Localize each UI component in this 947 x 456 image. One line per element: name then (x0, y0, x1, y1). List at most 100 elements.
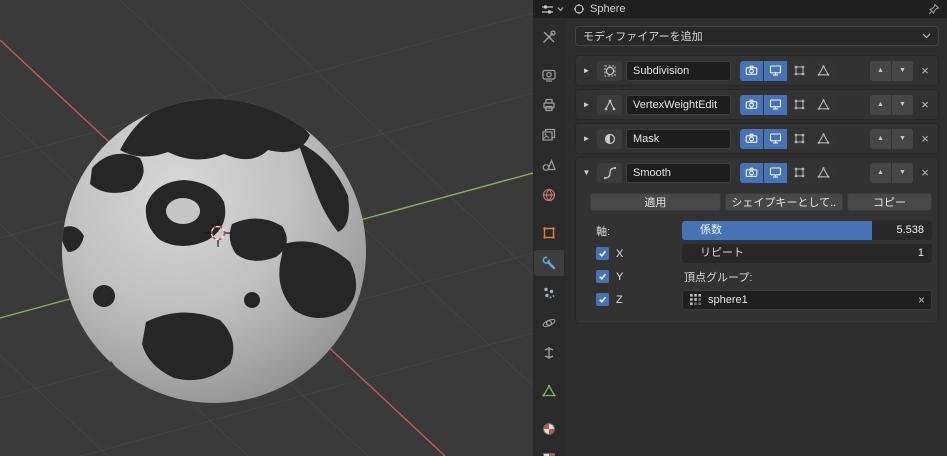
properties-tab-output[interactable] (534, 92, 564, 118)
axis-x-checkbox[interactable] (596, 247, 609, 260)
delete-modifier-button[interactable]: × (917, 97, 933, 113)
properties-tab-particles[interactable] (534, 280, 564, 306)
reorder-buttons: ▲ ▼ (870, 60, 913, 81)
modifier-name-field[interactable]: Mask (626, 128, 731, 149)
properties-tab-texture[interactable] (534, 446, 564, 456)
apply-button[interactable]: 適用 (590, 193, 721, 211)
mesh-data-triangle-icon (542, 384, 556, 397)
move-down-button[interactable]: ▼ (892, 162, 913, 183)
properties-tab-view-layer[interactable] (534, 122, 564, 148)
delete-modifier-button[interactable]: × (917, 131, 933, 147)
realtime-toggle[interactable] (764, 60, 787, 81)
move-up-button[interactable]: ▲ (870, 60, 891, 81)
axis-x-label: X (616, 247, 624, 260)
axis-z-checkbox[interactable] (596, 293, 609, 306)
properties-editor: Sphere モディファイアーを追加 ► Subdivision ▲ ▼ × ►… (533, 0, 947, 456)
move-down-button[interactable]: ▼ (892, 94, 913, 115)
active-object-name: Sphere (590, 3, 626, 15)
editmode-toggle[interactable] (788, 94, 811, 115)
properties-tab-world[interactable] (534, 182, 564, 208)
check-icon (599, 250, 606, 257)
viewport-canvas (0, 0, 729, 456)
3d-viewport[interactable] (0, 0, 729, 456)
apply-as-shapekey-button[interactable]: シェイプキーとして.. (724, 193, 843, 211)
wrench-icon (542, 256, 556, 270)
expand-arrow-icon[interactable]: ► (580, 100, 593, 109)
modifier-display-toggles (740, 94, 835, 115)
object-square-icon (543, 227, 555, 239)
subsurf-modifier-icon[interactable] (597, 60, 622, 81)
properties-body: モディファイアーを追加 ► Subdivision ▲ ▼ × ► Vertex… (533, 18, 947, 456)
check-icon (599, 273, 606, 280)
properties-tab-scene[interactable] (534, 152, 564, 178)
modifier-display-toggles (740, 128, 835, 149)
render-toggle[interactable] (740, 162, 763, 183)
vertex-weight-modifier-icon[interactable] (597, 94, 622, 115)
modifier-name-field[interactable]: VertexWeightEdit (626, 94, 731, 115)
modifier-panel: モディファイアーを追加 ► Subdivision ▲ ▼ × ► Vertex… (565, 18, 947, 456)
vertex-group-icon (690, 294, 701, 305)
modifier-mask: ► Mask ▲ ▼ × (575, 123, 939, 154)
smooth-modifier-icon[interactable] (597, 162, 622, 183)
expand-arrow-icon[interactable]: ▼ (580, 168, 593, 177)
delete-modifier-button[interactable]: × (917, 63, 933, 79)
vertex-group-field[interactable]: sphere1 × (682, 289, 932, 310)
mask-modifier-icon[interactable] (597, 128, 622, 149)
move-down-button[interactable]: ▼ (892, 60, 913, 81)
expand-arrow-icon[interactable]: ► (580, 134, 593, 143)
properties-tab-physics[interactable] (534, 310, 564, 336)
cage-toggle[interactable] (812, 60, 835, 81)
axis-z-row: Z (590, 290, 682, 309)
breadcrumb: Sphere (573, 3, 625, 15)
realtime-toggle[interactable] (764, 128, 787, 149)
modifier-header: ► VertexWeightEdit ▲ ▼ × (576, 90, 938, 119)
move-up-button[interactable]: ▲ (870, 94, 891, 115)
clear-x-icon[interactable]: × (918, 293, 925, 307)
material-sphere-icon (543, 423, 555, 435)
pin-icon[interactable] (928, 3, 940, 15)
axis-y-label: Y (616, 270, 624, 283)
move-up-button[interactable]: ▲ (870, 128, 891, 149)
expand-arrow-icon[interactable]: ► (580, 66, 593, 75)
cage-toggle[interactable] (812, 162, 835, 183)
factor-label: 係数 (700, 224, 722, 236)
axis-y-checkbox[interactable] (596, 270, 609, 283)
properties-tab-strip (533, 18, 565, 456)
printer-icon (543, 98, 555, 112)
modifier-name-field[interactable]: Subdivision (626, 60, 731, 81)
properties-tab-render[interactable] (534, 62, 564, 88)
properties-tab-object[interactable] (534, 220, 564, 246)
repeat-field[interactable]: リピート 1 (682, 244, 932, 263)
delete-modifier-button[interactable]: × (917, 165, 933, 181)
copy-button[interactable]: コピー (846, 193, 932, 211)
vertex-group-value: sphere1 (708, 293, 748, 306)
editor-type-selector[interactable] (538, 2, 566, 17)
cage-toggle[interactable] (812, 128, 835, 149)
properties-tab-object-data[interactable] (534, 378, 564, 404)
render-toggle[interactable] (740, 128, 763, 149)
properties-header: Sphere (533, 0, 947, 18)
render-toggle[interactable] (740, 94, 763, 115)
cage-toggle[interactable] (812, 94, 835, 115)
modifier-display-toggles (740, 60, 835, 81)
factor-slider[interactable]: 係数 5.538 (682, 221, 932, 240)
properties-tab-material[interactable] (534, 416, 564, 442)
repeat-value: 1 (917, 247, 924, 259)
add-modifier-dropdown[interactable]: モディファイアーを追加 (575, 26, 939, 46)
physics-orbit-icon (542, 318, 556, 328)
realtime-toggle[interactable] (764, 162, 787, 183)
properties-tab-modifiers[interactable] (534, 250, 564, 276)
properties-tab-tool[interactable] (534, 24, 564, 50)
modifier-name-field[interactable]: Smooth (626, 162, 731, 183)
move-down-button[interactable]: ▼ (892, 128, 913, 149)
editmode-toggle[interactable] (788, 162, 811, 183)
render-toggle[interactable] (740, 60, 763, 81)
editmode-toggle[interactable] (788, 60, 811, 81)
mesh-object-icon (574, 4, 584, 14)
realtime-toggle[interactable] (764, 94, 787, 115)
smooth-settings-grid: 軸: X Y Z 係数 5.538 リピート 1 頂点グループ: sphere1… (590, 221, 932, 313)
smooth-modifier-settings: 適用 シェイプキーとして.. コピー 軸: X Y Z 係数 5.538 リピー… (576, 187, 938, 323)
move-up-button[interactable]: ▲ (870, 162, 891, 183)
properties-tab-constraints[interactable] (534, 340, 564, 366)
editmode-toggle[interactable] (788, 128, 811, 149)
